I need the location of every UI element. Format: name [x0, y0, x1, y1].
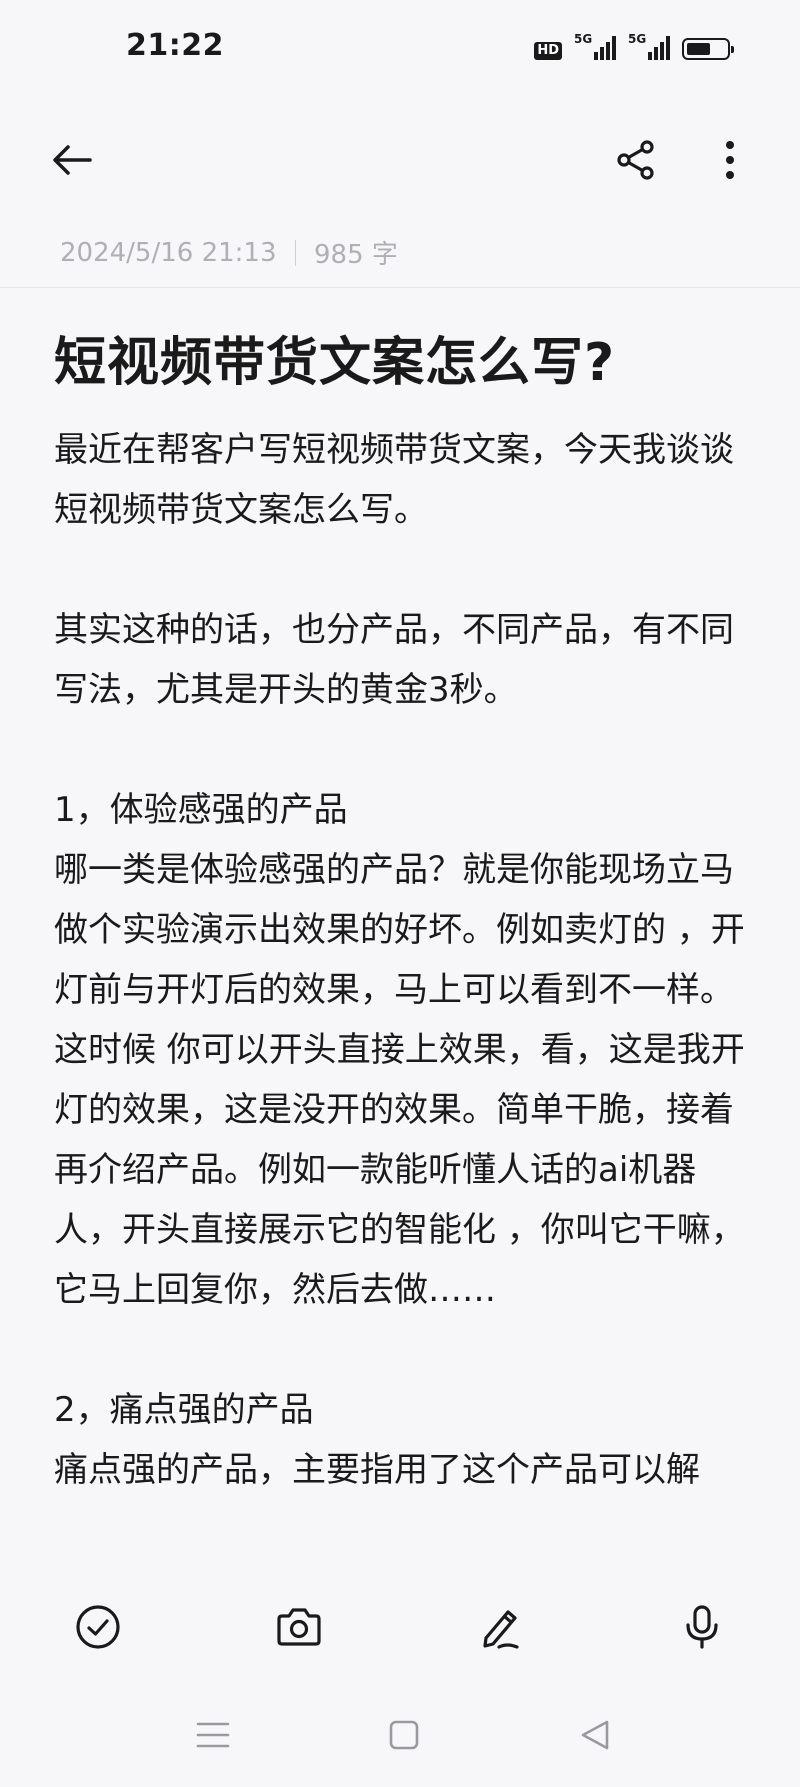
camera-button[interactable]	[266, 1594, 332, 1660]
share-button[interactable]	[608, 132, 664, 188]
paragraph: 其实这种的话，也分产品，不同产品，有不同写法，尤其是开头的黄金3秒。	[54, 610, 734, 710]
signal-5g-icon: 5G	[574, 32, 616, 60]
meta-separator	[294, 239, 297, 266]
more-options-button[interactable]	[702, 132, 758, 188]
signal-label: 5G	[574, 32, 593, 46]
recent-apps-button[interactable]	[188, 1710, 238, 1760]
more-vertical-icon	[726, 141, 734, 179]
note-datetime: 2024/5/16 21:13	[60, 237, 277, 268]
paragraph: 痛点强的产品，主要指用了这个产品可以解	[54, 1450, 700, 1490]
paragraph: 最近在帮客户写短视频带货文案，今天我谈谈短视频带货文案怎么写。	[54, 430, 734, 530]
note-word-count: 985 字	[314, 240, 398, 270]
back-button[interactable]	[44, 132, 100, 188]
divider	[0, 287, 800, 288]
status-bar: 21:22 HD 5G 5G	[0, 0, 800, 100]
system-back-button[interactable]	[570, 1710, 620, 1760]
section-heading: 2，痛点强的产品	[54, 1390, 314, 1430]
app-bar	[0, 118, 800, 202]
microphone-icon	[686, 1605, 718, 1649]
battery-fill	[687, 43, 710, 55]
back-triangle-icon	[581, 1720, 609, 1750]
signal-label-2: 5G	[628, 32, 647, 46]
voice-input-button[interactable]	[669, 1594, 735, 1660]
note-body[interactable]: 最近在帮客户写短视频带货文案，今天我谈谈短视频带货文案怎么写。 其实这种的话，也…	[54, 420, 754, 1500]
handwrite-button[interactable]	[468, 1594, 534, 1660]
pen-icon	[483, 1610, 519, 1649]
section-heading: 1，体验感强的产品	[54, 790, 348, 830]
check-circle-icon	[76, 1605, 120, 1649]
system-nav-bar	[0, 1682, 800, 1787]
hd-voice-icon: HD	[534, 42, 562, 60]
checklist-button[interactable]	[65, 1594, 131, 1660]
home-square-icon	[389, 1720, 419, 1750]
home-button[interactable]	[379, 1710, 429, 1760]
battery-icon	[682, 38, 734, 60]
note-meta: 2024/5/16 21:13 985 字	[60, 234, 398, 271]
status-time: 21:22	[126, 28, 224, 63]
camera-icon	[277, 1608, 321, 1646]
signal-5g-icon-2: 5G	[628, 32, 670, 60]
paragraph: 哪一类是体验感强的产品？就是你能现场立马做个实验演示出效果的好坏。例如卖灯的 ，…	[54, 850, 745, 1310]
status-icons: HD 5G 5G	[534, 32, 734, 60]
editor-toolbar	[0, 1572, 800, 1682]
note-title[interactable]: 短视频带货文案怎么写?	[54, 320, 615, 395]
menu-icon	[196, 1722, 230, 1748]
arrow-left-icon	[53, 145, 92, 175]
share-icon	[617, 140, 654, 180]
